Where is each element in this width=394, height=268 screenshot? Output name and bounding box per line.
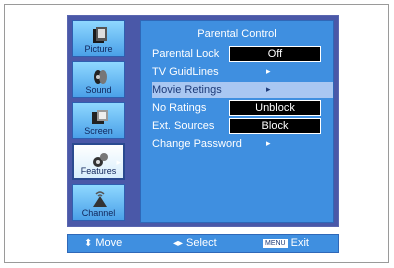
sidebar-item-label: Screen (84, 126, 113, 136)
hint-exit-label: Exit (290, 237, 309, 249)
picture-icon (93, 27, 107, 43)
footer-hints: ⬍ Move ◂▸ Select MENU Exit (67, 234, 339, 253)
hint-select: ◂▸ Select (173, 237, 217, 249)
sidebar-item-label: Channel (81, 208, 116, 218)
menu-row-movie-ratings[interactable]: Movie Retings ▸ (152, 82, 333, 98)
panel-title: Parental Control (197, 28, 277, 40)
hint-move: ⬍ Move (84, 237, 122, 249)
menu-key-icon: MENU (263, 238, 288, 248)
row-label: Movie Retings (152, 84, 222, 96)
sidebar-item-label: Sound (85, 85, 112, 95)
chevron-right-icon: ▸ (266, 138, 271, 148)
hint-exit: MENU Exit (263, 237, 309, 249)
row-value: Block (229, 118, 321, 134)
row-label: No Ratings (152, 102, 207, 114)
channel-icon (93, 191, 107, 207)
sound-icon (94, 70, 107, 84)
menu-row-no-ratings[interactable]: No Ratings Unblock (152, 100, 333, 116)
leftright-arrow-icon: ◂▸ (173, 238, 184, 249)
row-value: Unblock (229, 100, 321, 116)
sidebar: Picture Sound Screen ▸ Features Channel (72, 20, 125, 223)
sidebar-item-screen[interactable]: Screen (72, 102, 125, 139)
row-label: Change Password (152, 138, 242, 150)
row-value: Off (229, 46, 321, 62)
sidebar-item-features[interactable]: ▸ Features (72, 143, 125, 180)
sidebar-item-sound[interactable]: Sound (72, 61, 125, 98)
menu-row-tv-guidelines[interactable]: TV GuidLines ▸ (152, 64, 333, 80)
menu-row-change-password[interactable]: Change Password ▸ (152, 136, 333, 152)
hint-move-label: Move (95, 237, 123, 249)
screen-icon (92, 110, 108, 124)
menu-row-ext-sources[interactable]: Ext. Sources Block (152, 118, 333, 134)
hint-select-label: Select (186, 237, 217, 249)
chevron-right-icon: ▸ (266, 84, 271, 94)
sidebar-item-picture[interactable]: Picture (72, 20, 125, 57)
row-label: Ext. Sources (152, 120, 215, 132)
sidebar-item-label: Picture (84, 44, 113, 54)
updown-arrow-icon: ⬍ (84, 238, 93, 249)
row-label: TV GuidLines (152, 66, 219, 78)
chevron-right-icon: ▸ (266, 66, 271, 76)
sidebar-item-channel[interactable]: Channel (72, 184, 125, 221)
sidebar-item-label: Features (80, 166, 117, 176)
row-label: Parental Lock (152, 48, 220, 60)
parental-control-panel: Parental Control Parental Lock Off TV Gu… (140, 20, 334, 223)
menu-row-parental-lock[interactable]: Parental Lock Off (152, 46, 333, 62)
